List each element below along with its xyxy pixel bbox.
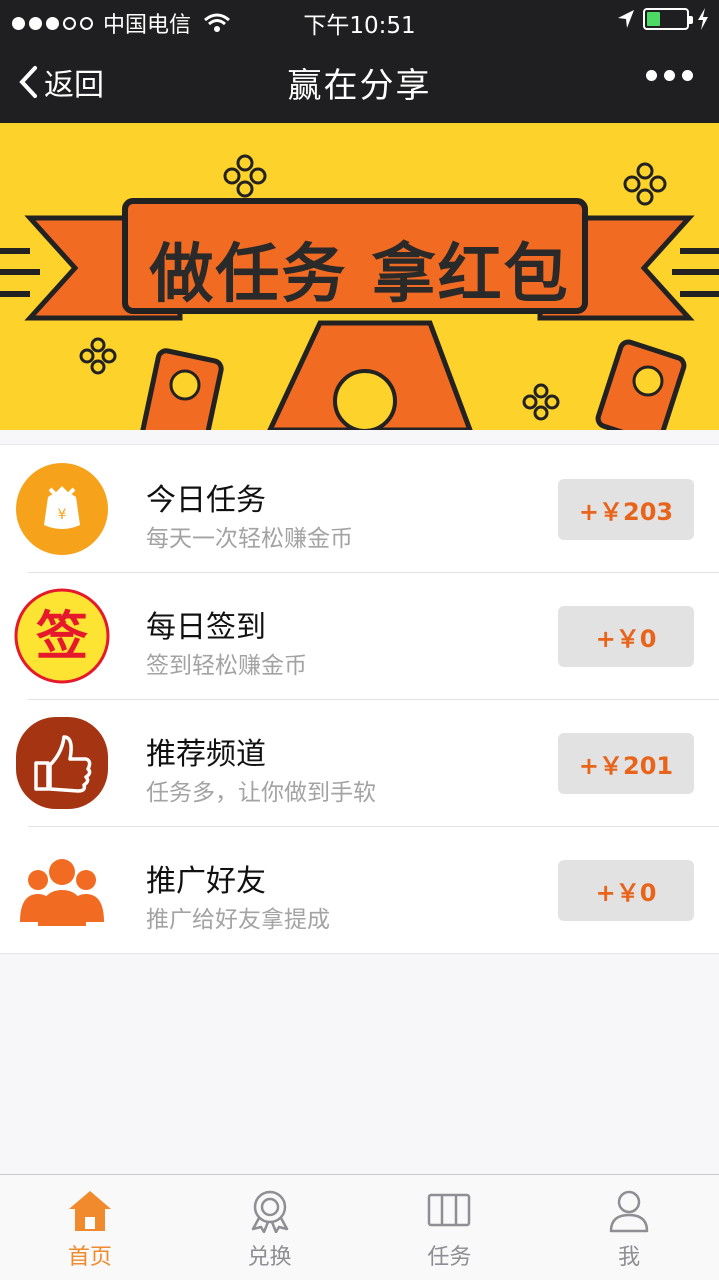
tab-home[interactable]: 首页 (0, 1175, 180, 1280)
task-subtitle: 推广给好友拿提成 (146, 907, 330, 933)
task-subtitle: 签到轻松赚金币 (146, 653, 307, 679)
more-dot-icon (682, 70, 693, 81)
tab-exchange[interactable]: 兑换 (180, 1175, 360, 1280)
reward-button[interactable]: +￥203 (558, 479, 694, 540)
tab-bar: 首页 兑换 任务 我 (0, 1174, 719, 1280)
status-time: 下午10:51 (303, 13, 416, 39)
badge-icon (251, 1190, 288, 1233)
sign-in-icon: 签 (14, 588, 110, 684)
reward-button[interactable]: +￥201 (558, 733, 694, 794)
home-icon (68, 1191, 111, 1231)
columns-icon (428, 1193, 471, 1227)
tab-me[interactable]: 我 (539, 1175, 719, 1280)
page-title: 赢在分享 (287, 66, 432, 106)
list-item[interactable]: 推荐频道 任务多，让你做到手软 +￥201 (0, 699, 719, 826)
tab-label: 我 (618, 1245, 641, 1270)
people-icon (20, 859, 104, 926)
location-arrow-icon (618, 10, 634, 28)
list-item[interactable]: ¥ 今日任务 每天一次轻松赚金币 +￥203 (0, 445, 719, 572)
app-root: 中国电信 下午10:51 返回 赢在分享 做任务 拿红包 ¥ 今日任务 每天一次… (0, 0, 719, 1280)
battery-icon (643, 8, 693, 30)
status-right (617, 8, 709, 30)
task-subtitle: 每天一次轻松赚金币 (146, 526, 353, 552)
list-item[interactable]: 签 每日签到 签到轻松赚金币 +￥0 (0, 572, 719, 699)
tab-label: 兑换 (247, 1245, 292, 1270)
status-bar: 中国电信 下午10:51 (0, 0, 719, 40)
more-dot-icon (664, 70, 675, 81)
tab-tasks[interactable]: 任务 (360, 1175, 540, 1280)
banner-headline: 做任务 拿红包 (149, 238, 570, 312)
header: 中国电信 下午10:51 返回 赢在分享 (0, 0, 719, 123)
user-icon (609, 1190, 649, 1233)
nav-bar: 返回 赢在分享 (0, 40, 719, 123)
sign-in-char: 签 (36, 606, 88, 667)
task-list: ¥ 今日任务 每天一次轻松赚金币 +￥203 签 每日签到 签到轻松赚金币 +￥… (0, 444, 719, 954)
list-item[interactable]: 推广好友 推广给好友拿提成 +￥0 (0, 826, 719, 953)
more-dot-icon (646, 70, 657, 81)
thumbs-up-icon (16, 717, 108, 809)
more-button[interactable] (646, 70, 693, 81)
task-title: 推荐频道 (146, 737, 266, 772)
svg-text:¥: ¥ (58, 507, 67, 523)
tab-label: 任务 (427, 1245, 472, 1270)
money-bag-icon: ¥ (16, 463, 108, 555)
task-subtitle: 任务多，让你做到手软 (146, 780, 376, 806)
task-title: 推广好友 (146, 864, 266, 899)
task-title: 每日签到 (146, 610, 266, 645)
reward-button[interactable]: +￥0 (558, 860, 694, 921)
tab-label: 首页 (67, 1245, 112, 1270)
charging-icon (698, 8, 708, 30)
promo-banner[interactable]: 做任务 拿红包 (0, 123, 719, 430)
task-title: 今日任务 (146, 483, 266, 518)
reward-button[interactable]: +￥0 (558, 606, 694, 667)
